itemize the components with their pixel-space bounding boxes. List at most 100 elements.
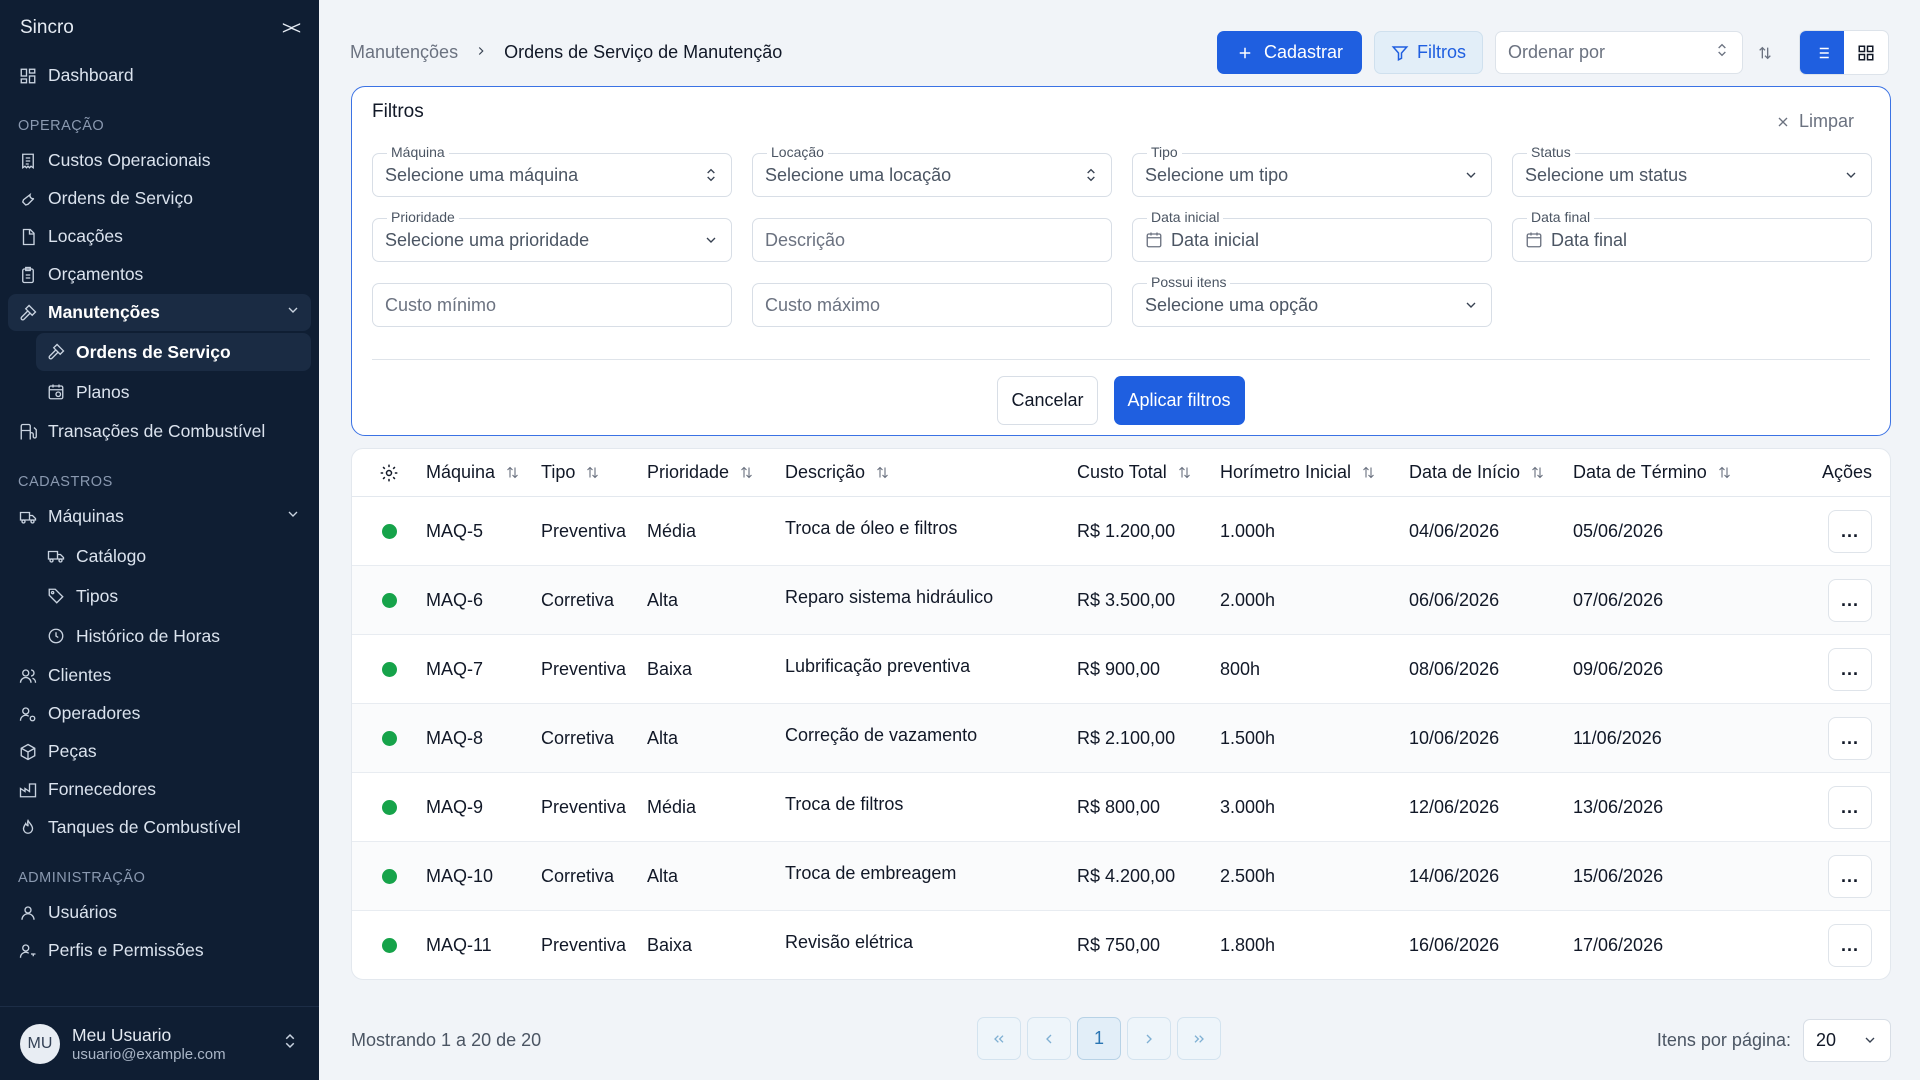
per-page-select[interactable]: 20 [1803, 1018, 1891, 1062]
cell-end-date: 07/06/2026 [1573, 590, 1793, 611]
list-view-button[interactable] [1800, 31, 1844, 74]
end-date-input[interactable]: Data final Data final [1512, 209, 1872, 262]
page-button-current[interactable]: 1 [1077, 1017, 1121, 1060]
cancel-button[interactable]: Cancelar [997, 376, 1098, 425]
table-row[interactable]: MAQ-6 Corretiva Alta Reparo sistema hidrául… [352, 566, 1890, 635]
sidebar-item-manutencoes[interactable]: Manutenções [8, 294, 311, 331]
calendar-icon [1525, 231, 1551, 249]
column-header-machine[interactable]: Máquina [416, 462, 541, 483]
sidebar-item-catalogo[interactable]: Catálogo [36, 537, 311, 575]
apply-filters-button[interactable]: Aplicar filtros [1113, 376, 1245, 425]
last-page-button[interactable] [1177, 1017, 1221, 1060]
grid-view-button[interactable] [1844, 31, 1888, 74]
user-email: usuario@example.com [72, 1045, 226, 1063]
row-actions-button[interactable]: ... [1828, 923, 1872, 967]
table-row[interactable]: MAQ-11 Preventiva Baixa Revisão elétrica R$ … [352, 911, 1890, 979]
cell-start-date: 06/06/2026 [1409, 590, 1573, 611]
clear-filters-button[interactable]: Limpar [1775, 111, 1854, 132]
sidebar-item-ordens-servico-manutencao[interactable]: Ordens de Serviço [36, 333, 311, 371]
cell-priority-text: Alta [647, 865, 679, 886]
column-header-start-date[interactable]: Data de Início [1409, 462, 1573, 483]
sidebar-item-clientes[interactable]: Clientes [8, 657, 311, 694]
cell-end-date-text: 13/06/2026 [1573, 796, 1664, 817]
sidebar-item-dashboard[interactable]: Dashboard [8, 57, 311, 94]
sidebar-nav: Dashboard OPERAÇÃO Custos Operacionais O… [0, 56, 319, 1006]
sidebar-item-locacoes[interactable]: Locações [8, 218, 311, 255]
has-items-select[interactable]: Possui itens Selecione uma opção [1132, 274, 1492, 327]
type-select[interactable]: Tipo Selecione um tipo [1132, 144, 1492, 197]
sort-icon [877, 466, 888, 479]
sidebar-item-pecas[interactable]: Peças [8, 733, 311, 770]
sidebar-item-label: Usuários [48, 902, 118, 922]
prev-page-button[interactable] [1027, 1017, 1071, 1060]
column-header-type[interactable]: Tipo [541, 462, 647, 483]
sidebar-item-tipos[interactable]: Tipos [36, 577, 311, 615]
row-actions-button[interactable]: ... [1828, 578, 1872, 622]
status-select[interactable]: Status Selecione um status [1512, 144, 1872, 197]
column-header-cost[interactable]: Custo Total [1077, 462, 1220, 483]
collapse-sidebar-icon[interactable]: >< [282, 18, 301, 39]
machine-placeholder: Selecione uma máquina [385, 164, 579, 185]
table-row[interactable]: MAQ-7 Preventiva Baixa Lubrificação prevent… [352, 635, 1890, 704]
cell-priority-text: Baixa [647, 934, 693, 955]
sidebar-item-ordens[interactable]: Ordens de Serviço [8, 180, 311, 217]
cell-start-date: 04/06/2026 [1409, 521, 1573, 542]
cell-hours-text: 2.000h [1220, 589, 1276, 610]
sidebar-item-historico[interactable]: Histórico de Horas [36, 617, 311, 655]
row-actions-button[interactable]: ... [1828, 785, 1872, 829]
machine-select[interactable]: Máquina Selecione uma máquina [372, 144, 732, 197]
sidebar-item-planos[interactable]: Planos [36, 373, 311, 411]
priority-select[interactable]: Prioridade Selecione uma prioridade [372, 209, 732, 262]
sidebar-item-tanques[interactable]: Tanques de Combustível [8, 809, 311, 846]
start-date-input[interactable]: Data inicial Data inicial [1132, 209, 1492, 262]
cell-hours-text: 2.500h [1220, 865, 1276, 886]
cell-cost: R$ 800,00 [1077, 797, 1220, 818]
min-cost-input[interactable]: Custo mínimo [372, 283, 732, 327]
clock-icon [46, 626, 66, 646]
row-actions-button[interactable]: ... [1828, 716, 1872, 760]
column-header-description[interactable]: Descrição [785, 462, 1077, 483]
column-header-hours[interactable]: Horímetro Inicial [1220, 462, 1409, 483]
sidebar-item-fornecedores[interactable]: Fornecedores [8, 771, 311, 808]
description-input[interactable]: Descrição [752, 218, 1112, 262]
column-header-end-date[interactable]: Data de Término [1573, 462, 1793, 483]
chevrons-up-down-icon [1083, 167, 1099, 183]
row-actions-button[interactable]: ... [1828, 854, 1872, 898]
chevrons-up-down-icon [1714, 42, 1730, 63]
sort-direction-button[interactable] [1743, 31, 1787, 74]
table-row[interactable]: MAQ-5 Preventiva Média Troca de óleo e filt… [352, 497, 1890, 566]
add-button-label: Cadastrar [1263, 42, 1343, 62]
user-menu[interactable]: MU Meu Usuario usuario@example.com [0, 1006, 319, 1080]
first-page-button[interactable] [977, 1017, 1021, 1060]
filter-panel-title: Filtros [372, 101, 424, 122]
table-header: Máquina Tipo Prioridade Descrição Custo … [352, 449, 1890, 497]
table-row[interactable]: MAQ-8 Corretiva Alta Correção de vazamento R… [352, 704, 1890, 773]
sidebar-item-perfis[interactable]: Perfis e Permissões [8, 932, 311, 969]
breadcrumb-parent[interactable]: Manutenções [350, 42, 458, 63]
cell-priority: Média [647, 797, 785, 818]
sidebar-item-custos[interactable]: Custos Operacionais [8, 142, 311, 179]
table-row[interactable]: MAQ-9 Preventiva Média Troca de filtros R$ 8… [352, 773, 1890, 842]
sidebar-item-maquinas[interactable]: Máquinas [8, 498, 311, 535]
sidebar-item-label: Catálogo [76, 545, 147, 566]
sidebar-item-usuarios[interactable]: Usuários [8, 894, 311, 931]
clipboard-icon [18, 265, 38, 285]
plus-icon [1239, 47, 1251, 58]
sort-select[interactable]: Ordenar por [1495, 31, 1743, 74]
next-page-button[interactable] [1127, 1017, 1171, 1060]
sidebar-item-orcamentos[interactable]: Orçamentos [8, 256, 311, 293]
cell-start-date-text: 04/06/2026 [1409, 520, 1500, 541]
column-settings-button[interactable] [352, 463, 416, 483]
sidebar-item-transacoes[interactable]: Transações de Combustível [8, 413, 311, 450]
table-row[interactable]: MAQ-10 Corretiva Alta Troca de embreagem R$ … [352, 842, 1890, 911]
sidebar-item-operadores[interactable]: Operadores [8, 695, 311, 732]
cell-hours: 1.000h [1220, 521, 1409, 542]
hammer-icon [18, 303, 38, 323]
location-select[interactable]: Locação Selecione uma locação [752, 144, 1112, 197]
add-button[interactable]: Cadastrar [1216, 31, 1362, 74]
column-header-priority[interactable]: Prioridade [647, 462, 785, 483]
filter-button[interactable]: Filtros [1374, 31, 1483, 74]
row-actions-button[interactable]: ... [1828, 509, 1872, 553]
max-cost-input[interactable]: Custo máximo [752, 283, 1112, 327]
row-actions-button[interactable]: ... [1828, 647, 1872, 691]
